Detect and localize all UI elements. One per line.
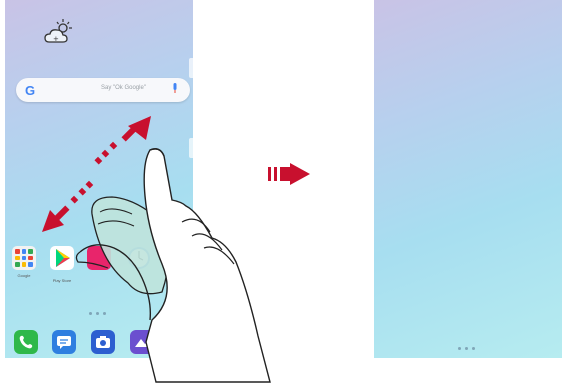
search-placeholder: Say "Ok Google"	[101, 85, 146, 91]
edge-panel-handle[interactable]	[189, 138, 193, 158]
gallery-icon[interactable]	[130, 330, 154, 354]
home-screen-after[interactable]	[374, 0, 562, 358]
camera-icon[interactable]	[91, 330, 115, 354]
google-folder-icon	[12, 246, 36, 270]
app-google-folder[interactable]: Google	[12, 246, 36, 278]
app-icon-3[interactable]	[87, 246, 111, 273]
app-icon	[87, 246, 111, 270]
app-clock[interactable]	[127, 246, 151, 278]
page-indicator	[89, 312, 106, 315]
weather-cloud-icon[interactable]: +	[43, 18, 75, 46]
app-play-store[interactable]: Play Store	[50, 246, 74, 283]
app-row: Google Play Store	[12, 246, 192, 290]
messages-icon[interactable]	[52, 330, 76, 354]
transition-arrow-icon	[268, 163, 310, 185]
phone-icon[interactable]	[14, 330, 38, 354]
page-indicator	[458, 347, 475, 350]
edge-panel-handle[interactable]	[189, 58, 193, 78]
dock	[14, 330, 193, 356]
app-label: Play Store	[52, 278, 72, 283]
home-screen-before[interactable]: + G Say "Ok Google" Google Play Store	[5, 0, 193, 358]
clock-icon	[128, 247, 150, 269]
google-search-bar[interactable]: G Say "Ok Google"	[16, 78, 190, 102]
app-label: Google	[17, 273, 31, 278]
google-logo-icon: G	[25, 83, 36, 98]
svg-text:+: +	[53, 35, 59, 43]
mic-icon[interactable]	[172, 83, 178, 94]
play-store-icon	[50, 246, 74, 270]
